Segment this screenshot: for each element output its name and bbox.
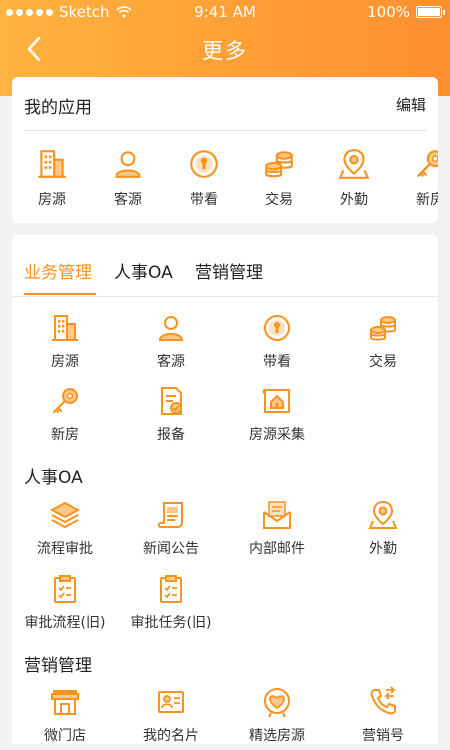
person-icon (111, 147, 145, 181)
my-app-item[interactable]: 房源 (12, 147, 92, 209)
building-icon (49, 312, 81, 344)
app-item[interactable]: 带看 (224, 312, 330, 371)
nav-bar: 更多 (0, 24, 450, 74)
my-app-label: 外勤 (340, 192, 368, 208)
status-bar: Sketch 9:41 AM 100% (0, 0, 450, 24)
id-card-icon (155, 686, 187, 718)
app-item[interactable]: 报备 (118, 385, 224, 444)
edit-button[interactable]: 编辑 (396, 94, 426, 115)
app-label: 外勤 (369, 541, 397, 557)
app-item[interactable]: 外勤 (330, 499, 436, 558)
app-label: 审批任务(旧) (130, 615, 212, 631)
my-apps-list: 房源 客源 带看 交易 外勤 新房 (12, 147, 438, 217)
app-item[interactable]: 微门店 (12, 686, 118, 745)
all-apps-card: 业务管理 人事OA 营销管理 房源 客源 带看 交易 新房 报备 房源采集 人事… (12, 235, 438, 750)
app-label: 流程审批 (37, 541, 93, 557)
house-map-icon (261, 385, 293, 417)
app-item[interactable]: 客源 (118, 312, 224, 371)
layers-icon (49, 499, 81, 531)
building-icon (35, 147, 69, 181)
app-item[interactable]: 我的名片 (118, 686, 224, 745)
keyhole-icon (187, 147, 221, 181)
person-icon (155, 312, 187, 344)
coins-icon (262, 147, 296, 181)
my-apps-title: 我的应用 (24, 98, 92, 118)
my-app-item[interactable]: 带看 (164, 147, 244, 209)
app-label: 房源 (51, 354, 79, 370)
my-apps-card: 我的应用 编辑 房源 客源 带看 交易 外勤 新房 (12, 77, 438, 223)
app-label: 精选房源 (249, 728, 305, 744)
keyhole-icon (261, 312, 293, 344)
app-item[interactable]: 交易 (330, 312, 436, 371)
section-title-marketing: 营销管理 (24, 656, 92, 676)
phone-icon (367, 686, 399, 718)
app-label: 客源 (157, 354, 185, 370)
app-item[interactable]: 内部邮件 (224, 499, 330, 558)
section-title-hr: 人事OA (24, 468, 83, 488)
my-app-label: 客源 (114, 192, 142, 208)
my-app-item[interactable]: 客源 (88, 147, 168, 209)
map-pin-icon (367, 499, 399, 531)
app-item[interactable]: 房源 (12, 312, 118, 371)
my-app-label: 带看 (190, 192, 218, 208)
scroll-icon (155, 499, 187, 531)
tab-hr-oa[interactable]: 人事OA (114, 258, 173, 283)
my-app-item[interactable]: 新房 (390, 147, 438, 209)
app-label: 新闻公告 (143, 541, 199, 557)
bottom-edge (0, 744, 450, 750)
my-app-label: 房源 (38, 192, 66, 208)
tab-business[interactable]: 业务管理 (24, 258, 92, 283)
mail-icon (261, 499, 293, 531)
my-app-item[interactable]: 交易 (239, 147, 319, 209)
heart-badge-icon (261, 686, 293, 718)
app-item[interactable]: 新房 (12, 385, 118, 444)
battery-icon (416, 6, 445, 18)
app-label: 营销号 (362, 728, 404, 744)
app-label: 审批流程(旧) (24, 615, 106, 631)
storefront-icon (49, 686, 81, 718)
clipboard-check-icon (155, 573, 187, 605)
app-label: 房源采集 (249, 427, 305, 443)
divider (24, 130, 426, 131)
app-label: 报备 (157, 427, 185, 443)
app-item[interactable]: 房源采集 (224, 385, 330, 444)
app-label: 带看 (263, 354, 291, 370)
key-icon (49, 385, 81, 417)
app-item[interactable]: 审批任务(旧) (118, 573, 224, 632)
document-check-icon (155, 385, 187, 417)
my-app-label: 新房 (416, 192, 438, 208)
my-app-label: 交易 (265, 192, 293, 208)
divider (12, 296, 438, 297)
category-tabs: 业务管理 人事OA 营销管理 (12, 235, 438, 297)
map-pin-icon (337, 147, 371, 181)
app-item[interactable]: 流程审批 (12, 499, 118, 558)
tab-marketing[interactable]: 营销管理 (195, 258, 263, 283)
battery-label: 100% (367, 3, 410, 21)
app-label: 我的名片 (143, 728, 199, 744)
key-icon (413, 147, 438, 181)
app-item[interactable]: 精选房源 (224, 686, 330, 745)
my-app-item[interactable]: 外勤 (314, 147, 394, 209)
app-label: 交易 (369, 354, 397, 370)
app-label: 内部邮件 (249, 541, 305, 557)
page-title: 更多 (202, 39, 248, 63)
app-label: 新房 (51, 427, 79, 443)
app-item[interactable]: 新闻公告 (118, 499, 224, 558)
app-item[interactable]: 审批流程(旧) (12, 573, 118, 632)
status-right: 100% (367, 3, 445, 21)
app-label: 微门店 (44, 728, 86, 744)
tab-underline (24, 293, 96, 295)
app-item[interactable]: 营销号 (330, 686, 436, 745)
clipboard-check-icon (49, 573, 81, 605)
coins-icon (367, 312, 399, 344)
